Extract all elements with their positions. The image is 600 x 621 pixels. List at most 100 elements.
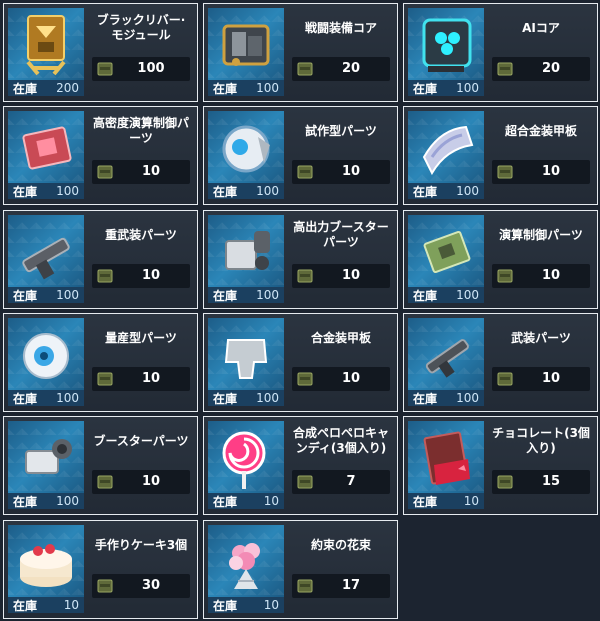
shop-item-card[interactable]: 在庫 100 試作型パーツ 10 [203,106,398,205]
stock-value: 100 [456,81,479,95]
stock-label: 在庫 [213,391,238,406]
shop-item-card[interactable]: 在庫 100 AIコア 20 [403,3,598,102]
stock-label: 在庫 [13,391,38,406]
cost-value: 7 [346,474,356,489]
cost-value: 20 [541,61,561,76]
shop-item-card[interactable]: 在庫 100 超合金装甲板 10 [403,106,598,205]
cost-box: 10 [92,264,190,288]
cost-value: 20 [341,61,361,76]
weapon-parts-icon [425,339,469,378]
stock-label: 在庫 [413,288,438,303]
shop-item-card[interactable]: 在庫 100 戦闘装備コア 20 [203,3,398,102]
stock-bar: 在庫 100 [8,287,84,303]
stock-bar: 在庫 100 [408,183,484,199]
item-thumbnail: 在庫 100 [208,318,284,406]
super-alloy-plate-icon [422,125,474,176]
cost-value: 10 [141,474,161,489]
item-thumbnail: 在庫 100 [8,215,84,303]
item-name: 試作型パーツ [305,123,377,138]
shop-item-card[interactable]: 在庫 10 手作りケーキ3個 30 [3,520,198,619]
stock-value: 100 [256,288,279,302]
stock-bar: 在庫 100 [208,287,284,303]
item-thumbnail: 在庫 100 [8,111,84,199]
item-name: 演算制御パーツ [499,227,583,242]
shop-item-card[interactable]: 在庫 100 合金装甲板 10 [203,313,398,412]
heavy-weapon-parts-icon [22,237,70,280]
item-name: 武装パーツ [511,330,571,345]
shop-item-grid: 在庫 200 ブラックリバー· モジュール 100 在庫 100 戦闘装備コア 20 在庫 100… [0,0,600,621]
stock-value: 100 [456,184,479,198]
shop-item-card[interactable]: 在庫 100 武装パーツ 10 [403,313,598,412]
stock-value: 10 [463,494,479,508]
stock-value: 10 [263,494,279,508]
stock-label: 在庫 [413,184,438,199]
item-thumbnail: 在庫 100 [8,421,84,509]
cost-box: 20 [292,57,390,81]
stock-label: 在庫 [13,81,38,96]
cost-box: 10 [92,160,190,184]
stock-bar: 在庫 100 [8,390,84,406]
shop-item-card[interactable]: 在庫 100 高出力ブースター パーツ 10 [203,210,398,309]
cost-value: 10 [541,164,561,179]
control-board-icon [423,230,471,274]
stock-label: 在庫 [413,391,438,406]
item-name: 量産型パーツ [105,330,177,345]
cost-box: 30 [92,574,190,598]
stock-label: 在庫 [413,81,438,96]
item-name: 超合金装甲板 [504,123,577,138]
shop-item-card[interactable]: 在庫 100 ブースターパーツ 10 [3,416,198,515]
cost-value: 15 [541,474,561,489]
stock-value: 100 [256,184,279,198]
item-name: チョコレート(3個 入り) [492,426,590,455]
high-output-booster-icon [225,231,270,270]
cost-value: 10 [541,371,561,386]
item-thumbnail: 在庫 10 [408,421,484,509]
stock-bar: 在庫 200 [8,80,84,96]
cost-box: 15 [492,470,590,494]
cost-box: 10 [292,367,390,391]
shop-item-card[interactable]: 在庫 10 合成ペロペロキャ ンディ(3個入り) 7 [203,416,398,515]
stock-bar: 在庫 10 [408,493,484,509]
stock-value: 100 [456,391,479,405]
shop-item-card[interactable]: 在庫 10 約束の花束 17 [203,520,398,619]
shop-item-card[interactable]: 在庫 100 演算制御パーツ 10 [403,210,598,309]
cost-box: 10 [492,264,590,288]
stock-bar: 在庫 100 [208,390,284,406]
item-thumbnail: 在庫 10 [208,525,284,613]
shop-item-card[interactable]: 在庫 10 チョコレート(3個 入り) 15 [403,416,598,515]
stock-label: 在庫 [213,288,238,303]
item-name: 重武装パーツ [105,227,177,242]
stock-value: 100 [456,288,479,302]
cost-box: 100 [92,57,190,81]
cost-box: 20 [492,57,590,81]
cost-box: 10 [292,160,390,184]
cost-box: 10 [92,470,190,494]
stock-value: 200 [56,81,79,95]
item-thumbnail: 在庫 100 [208,8,284,96]
shop-item-card[interactable]: 在庫 200 ブラックリバー· モジュール 100 [3,3,198,102]
stock-label: 在庫 [213,598,238,613]
shop-item-card[interactable]: 在庫 100 高密度演算制御パ ーツ 10 [3,106,198,205]
stock-value: 100 [56,391,79,405]
prototype-parts-icon [222,125,270,173]
stock-bar: 在庫 100 [208,183,284,199]
item-thumbnail: 在庫 100 [408,111,484,199]
item-name: 合金装甲板 [310,330,371,345]
lollipop-icon [222,431,266,489]
cost-value: 10 [341,371,361,386]
cost-value: 10 [141,371,161,386]
shop-item-card[interactable]: 在庫 100 量産型パーツ 10 [3,313,198,412]
stock-bar: 在庫 100 [408,80,484,96]
stock-label: 在庫 [213,81,238,96]
item-name: ブラックリバー· モジュール [96,13,186,42]
stock-bar: 在庫 10 [208,493,284,509]
cost-box: 17 [292,574,390,598]
cake-icon [20,544,72,587]
cost-value: 10 [341,268,361,283]
stock-bar: 在庫 100 [408,390,484,406]
item-name: 戦闘装備コア [304,20,377,35]
cost-box: 10 [92,367,190,391]
shop-item-card[interactable]: 在庫 100 重武装パーツ 10 [3,210,198,309]
alloy-plate-icon [224,339,268,379]
cost-box: 10 [492,160,590,184]
